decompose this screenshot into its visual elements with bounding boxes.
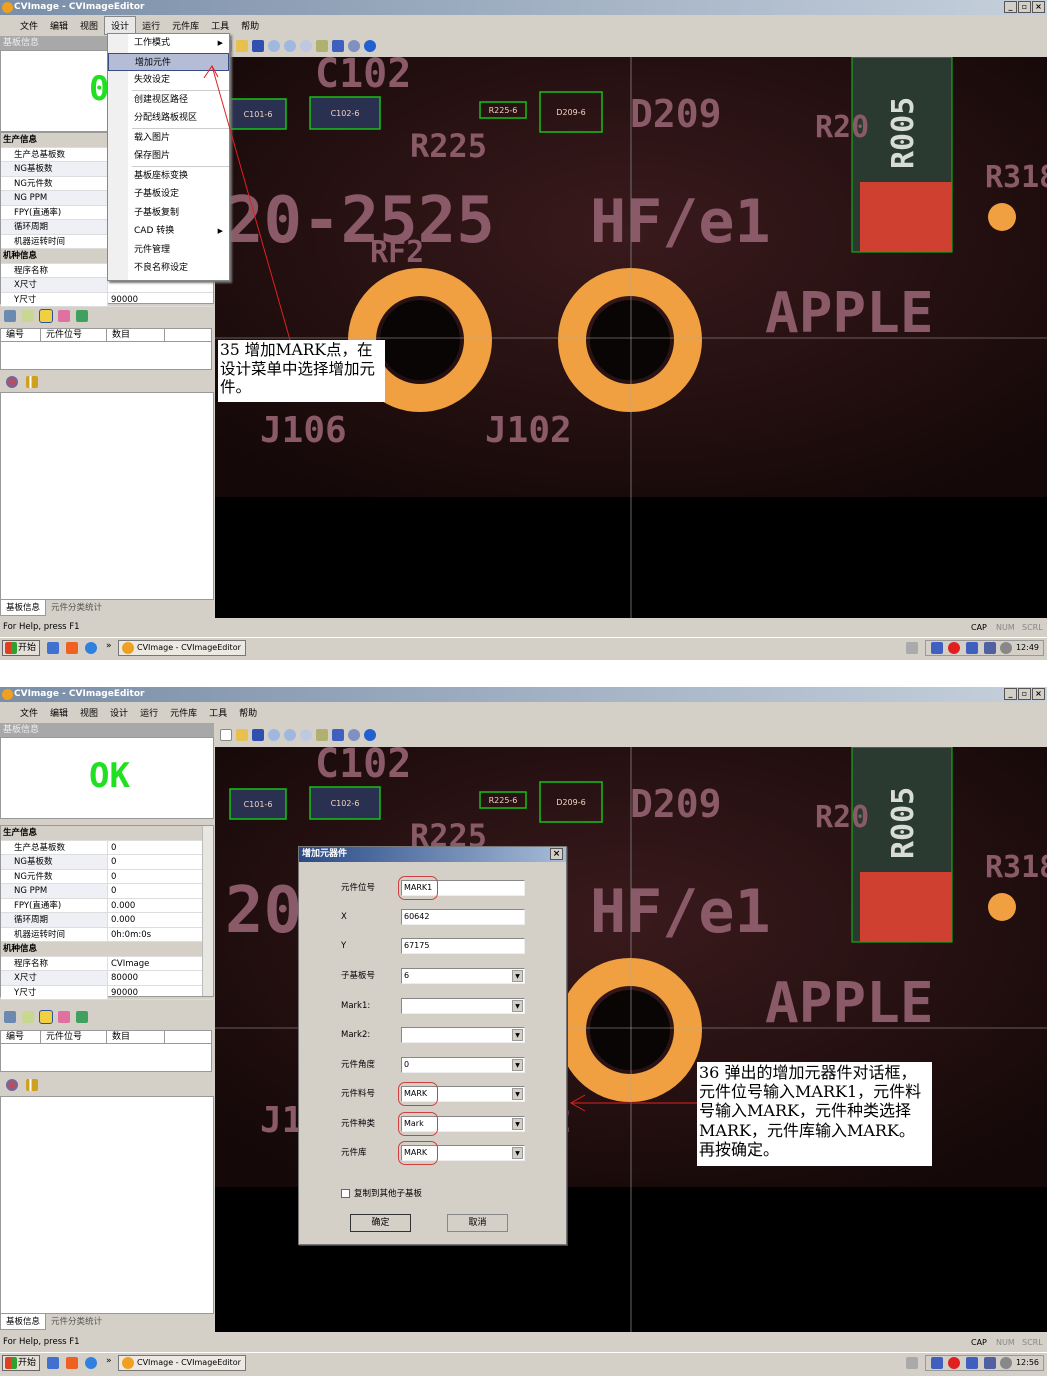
taskbar: 开始 » CVImage - CVImageEditor 12:56 xyxy=(0,1352,1047,1376)
quicklaunch-icon[interactable] xyxy=(66,1357,78,1369)
annotation-note: 36 弹出的增加元器件对话框，元件位号输入MARK1，元件料号输入MARK，元件… xyxy=(697,1062,932,1166)
app-logo-icon xyxy=(122,1357,134,1369)
network-disconnected-icon[interactable] xyxy=(983,1357,996,1369)
system-tray: 12:49 xyxy=(924,640,1044,656)
clock: 12:56 xyxy=(1015,1358,1039,1367)
network-icon[interactable] xyxy=(930,642,943,654)
annotation-note: 35 增加MARK点，在设计菜单中选择增加元件。 xyxy=(218,340,385,402)
ie-icon[interactable] xyxy=(85,1357,97,1369)
quicklaunch-icon[interactable] xyxy=(66,642,78,654)
scrl-indicator: SCRL xyxy=(1022,1338,1043,1347)
status-help: For Help, press F1 xyxy=(3,622,80,632)
keyboard-icon[interactable] xyxy=(906,1357,918,1369)
network-icon[interactable] xyxy=(965,642,978,654)
num-indicator: NUM xyxy=(996,623,1015,632)
quicklaunch-more[interactable]: » xyxy=(106,1356,112,1366)
task-label: CVImage - CVImageEditor xyxy=(137,643,241,652)
quicklaunch-icon[interactable] xyxy=(47,1357,59,1369)
windows-logo-icon xyxy=(5,1357,17,1369)
system-tray: 12:56 xyxy=(924,1355,1044,1371)
screenshot-add-component-menu: CVImage - CVImageEditor _ ▫ × 文件 编辑 视图 设计 运行 元件… xyxy=(0,0,1047,660)
cap-indicator: CAP xyxy=(971,623,987,632)
taskbar: 开始 » CVImage - CVImageEditor 12:49 xyxy=(0,637,1047,658)
cap-indicator: CAP xyxy=(971,1338,987,1347)
windows-logo-icon xyxy=(5,642,17,654)
security-icon[interactable] xyxy=(999,642,1012,654)
quicklaunch-icon[interactable] xyxy=(47,642,59,654)
network-disconnected-icon[interactable] xyxy=(983,642,996,654)
status-help: For Help, press F1 xyxy=(3,1337,80,1347)
taskbar-app-button[interactable]: CVImage - CVImageEditor xyxy=(118,1355,246,1371)
tray-app-icon[interactable] xyxy=(947,1357,960,1369)
status-bar: For Help, press F1 CAP NUM SCRL xyxy=(0,620,1047,635)
network-icon[interactable] xyxy=(930,1357,943,1369)
annotation-arrow xyxy=(203,65,291,341)
quicklaunch-more[interactable]: » xyxy=(106,641,112,651)
start-button[interactable]: 开始 xyxy=(2,1355,40,1371)
keyboard-icon[interactable] xyxy=(906,642,918,654)
ie-icon[interactable] xyxy=(85,642,97,654)
start-button[interactable]: 开始 xyxy=(2,640,40,656)
status-bar: For Help, press F1 CAP NUM SCRL xyxy=(0,1335,1047,1350)
num-indicator: NUM xyxy=(996,1338,1015,1347)
screenshot-add-component-dialog: CVImage - CVImageEditor _ ▫ × 文件 编辑 视图 设计 运行 元件… xyxy=(0,687,1047,1376)
taskbar-app-button[interactable]: CVImage - CVImageEditor xyxy=(118,640,246,656)
network-icon[interactable] xyxy=(965,1357,978,1369)
annotation-arrow xyxy=(569,1094,697,1112)
clock: 12:49 xyxy=(1015,643,1039,652)
start-label: 开始 xyxy=(18,1358,37,1368)
tray-app-icon[interactable] xyxy=(947,642,960,654)
app-logo-icon xyxy=(122,642,134,654)
start-label: 开始 xyxy=(18,643,37,653)
scrl-indicator: SCRL xyxy=(1022,623,1043,632)
task-label: CVImage - CVImageEditor xyxy=(137,1358,241,1367)
security-icon[interactable] xyxy=(999,1357,1012,1369)
